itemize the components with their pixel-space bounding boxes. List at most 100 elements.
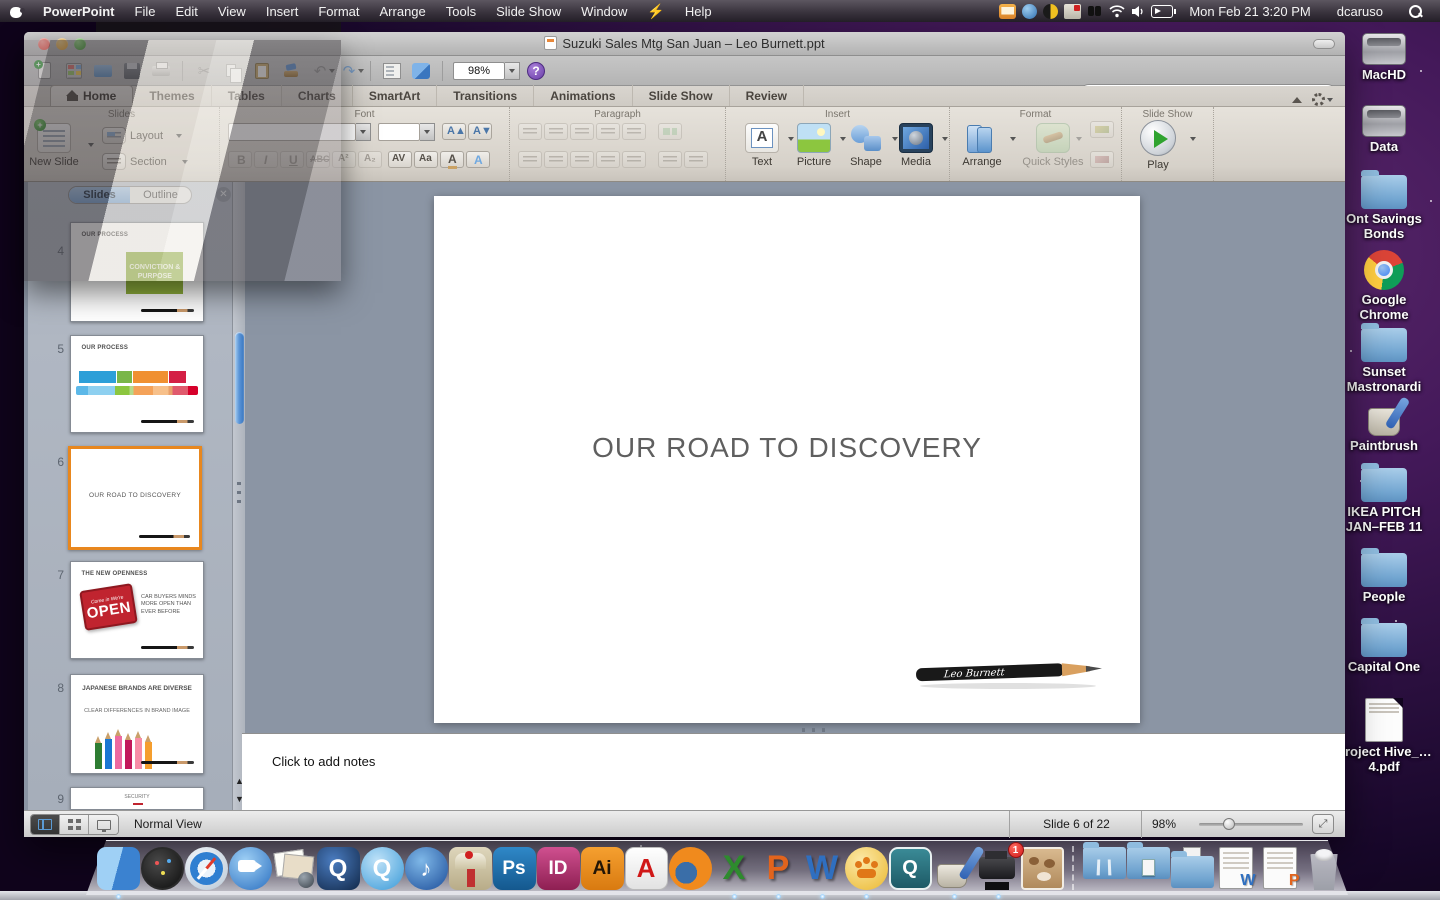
menu-powerpoint[interactable]: PowerPoint <box>33 0 125 22</box>
dock-lotus-icon[interactable] <box>844 847 888 899</box>
arrange-button[interactable]: Arrange <box>954 123 1010 168</box>
dock-cat-photo-icon[interactable] <box>1020 847 1064 890</box>
tab-slide-show[interactable]: Slide Show <box>633 85 730 106</box>
print-center-status-icon[interactable] <box>1064 3 1082 19</box>
notes-splitter-handle[interactable] <box>802 728 832 732</box>
dock-trash-icon[interactable] <box>1303 847 1346 890</box>
insert-shape-button[interactable]: Shape <box>838 123 894 168</box>
dock-q-messenger-icon[interactable]: Q <box>888 847 932 890</box>
dock-paintbrush-icon[interactable] <box>933 845 985 899</box>
dock-word-document-icon[interactable]: W <box>1215 847 1258 890</box>
desktop-icon-people[interactable]: People <box>1336 548 1432 605</box>
menu-tools[interactable]: Tools <box>436 0 486 22</box>
notes-pane[interactable]: Click to add notes <box>242 728 1345 810</box>
font-size-select[interactable] <box>378 123 420 141</box>
desktop-icon-project-hive-pdf[interactable]: Project Hive_…4.pdf <box>1336 698 1432 775</box>
script-menu-icon[interactable]: ⚡ <box>637 0 674 22</box>
distribute-text-button[interactable] <box>622 151 646 168</box>
dock-safari-icon[interactable] <box>184 847 228 890</box>
menu-help[interactable]: Help <box>675 0 722 22</box>
fill-color-button[interactable] <box>1090 121 1114 138</box>
dock-applications-folder-icon[interactable] <box>1082 842 1126 890</box>
tab-review[interactable]: Review <box>730 85 804 106</box>
change-case-button[interactable]: Aa <box>414 151 438 168</box>
messenger-status-icon[interactable] <box>1022 3 1038 19</box>
tab-smartart[interactable]: SmartArt <box>353 85 438 106</box>
mail-status-icon[interactable] <box>999 3 1017 19</box>
dock-illustrator-icon[interactable]: Ai <box>580 847 624 890</box>
dock-excel-icon[interactable]: X <box>713 847 756 899</box>
slide-thumbnail-8[interactable]: JAPANESE BRANDS ARE DIVERSE CLEAR DIFFER… <box>70 674 204 774</box>
dock-ichat-icon[interactable] <box>228 847 272 890</box>
align-text-button[interactable] <box>684 151 708 168</box>
decrease-indent-button[interactable] <box>570 123 594 140</box>
align-center-button[interactable] <box>544 151 568 168</box>
collapse-ribbon-icon[interactable] <box>1292 96 1302 103</box>
presenter-view-button[interactable] <box>89 815 118 834</box>
increase-indent-button[interactable] <box>596 123 620 140</box>
menu-edit[interactable]: Edit <box>165 0 207 22</box>
desktop-icon-data[interactable]: Data <box>1336 105 1432 155</box>
dock-print-jobs-folder-icon[interactable] <box>1170 847 1214 890</box>
play-dropdown-arrow[interactable] <box>1190 137 1196 141</box>
numbering-button[interactable] <box>544 123 568 140</box>
line-color-button[interactable] <box>1090 151 1114 168</box>
apple-menu[interactable] <box>0 0 33 22</box>
menu-view[interactable]: View <box>208 0 256 22</box>
desktop-icon-sunset-mastronardi[interactable]: Sunset Mastronardi <box>1336 323 1432 395</box>
toolbar-toggle-pill[interactable] <box>1313 39 1335 49</box>
zoom-value[interactable]: 98% <box>453 61 505 80</box>
justify-button[interactable] <box>596 151 620 168</box>
grow-font-button[interactable]: A▲ <box>442 123 466 140</box>
line-spacing-button[interactable] <box>622 123 646 140</box>
zoom-slider[interactable] <box>1199 818 1303 830</box>
slide-title-text[interactable]: OUR ROAD TO DISCOVERY <box>434 432 1140 464</box>
zoom-dropdown-arrow[interactable] <box>505 61 520 80</box>
desktop-icon-ont-savings-bonds[interactable]: Ont Savings Bonds <box>1336 170 1432 242</box>
text-direction-button[interactable] <box>658 151 682 168</box>
slide-thumbnail-5[interactable]: OUR PROCESS <box>70 335 204 433</box>
insert-text-button[interactable]: Text <box>734 123 790 168</box>
desktop-icon-capital-one[interactable]: Capital One <box>1336 618 1432 675</box>
align-right-button[interactable] <box>570 151 594 168</box>
text-effects-button[interactable]: A <box>466 151 490 168</box>
slide-thumbnail-6-selected[interactable]: OUR ROAD TO DISCOVERY <box>68 446 202 550</box>
zoom-slider-thumb[interactable] <box>1223 818 1235 830</box>
dock-documents-folder-icon[interactable] <box>1126 842 1170 890</box>
menu-arrange[interactable]: Arrange <box>370 0 436 22</box>
fast-user-switch[interactable]: dcaruso <box>1327 0 1393 22</box>
shrink-font-button[interactable]: A▼ <box>468 123 492 140</box>
redo-button[interactable]: ↷ <box>338 60 364 82</box>
dock-quicktime-player-icon[interactable]: Q <box>360 847 404 890</box>
media-browser-button[interactable] <box>410 60 432 82</box>
timer-status-icon[interactable] <box>1043 3 1059 19</box>
volume-status-icon[interactable] <box>1131 5 1145 18</box>
menu-window[interactable]: Window <box>571 0 637 22</box>
notes-placeholder[interactable]: Click to add notes <box>272 754 375 769</box>
zoom-combo[interactable]: 98% <box>453 61 520 80</box>
subscript-button[interactable]: A₂ <box>358 151 382 168</box>
dock-presentation-document-icon[interactable]: P <box>1259 847 1302 890</box>
slide-sorter-view-button[interactable] <box>60 815 89 834</box>
menu-file[interactable]: File <box>125 0 166 22</box>
dock-powerpoint-icon[interactable]: P <box>757 847 800 899</box>
dock-itunes-icon[interactable]: ♪ <box>404 847 448 890</box>
quick-styles-button[interactable]: Quick Styles <box>1016 123 1090 168</box>
show-formatting-button[interactable] <box>381 60 403 82</box>
wifi-status-icon[interactable] <box>1109 4 1125 18</box>
display-status-icon[interactable] <box>1151 4 1177 18</box>
menu-slide-show[interactable]: Slide Show <box>486 0 571 22</box>
menu-format[interactable]: Format <box>308 0 369 22</box>
desktop-icon-paintbrush[interactable]: Paintbrush <box>1336 398 1432 454</box>
dock-finder-icon[interactable] <box>96 847 140 899</box>
dock-quicktime-icon[interactable]: Q <box>316 847 360 890</box>
columns-button[interactable] <box>658 123 682 140</box>
insert-media-button[interactable]: Media <box>888 123 944 168</box>
tab-transitions[interactable]: Transitions <box>437 85 535 106</box>
insert-media-arrow[interactable] <box>942 137 948 141</box>
slide-thumbnail-7[interactable]: THE NEW OPENNESS Come in We're OPEN CAR … <box>70 561 204 659</box>
font-color-button[interactable]: A <box>440 151 464 169</box>
font-size-arrow[interactable] <box>420 123 435 141</box>
search-status-icon[interactable] <box>1087 4 1103 19</box>
slide-thumbnail-9[interactable]: SECURITY <box>70 787 204 810</box>
